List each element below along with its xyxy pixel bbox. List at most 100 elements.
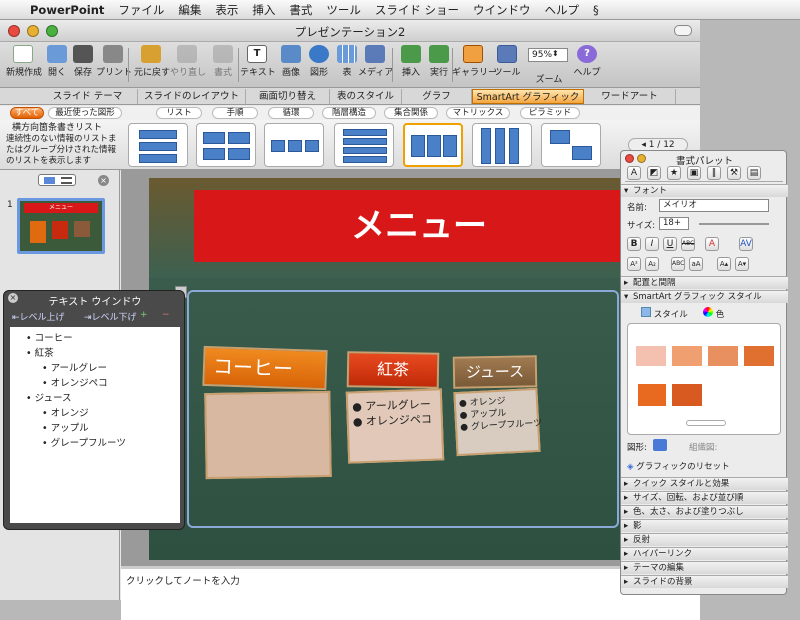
- category-recent[interactable]: 最近使った図形: [48, 107, 122, 119]
- scrapbook-icon[interactable]: ▣: [687, 166, 701, 180]
- menu-window[interactable]: ウインドウ: [473, 2, 531, 18]
- superscript-button[interactable]: A²: [627, 257, 641, 271]
- style-gallery[interactable]: [627, 323, 781, 435]
- tab-charts[interactable]: グラフ: [402, 89, 472, 104]
- tab-smartart[interactable]: SmartArt グラフィック: [472, 89, 584, 104]
- section-shadow[interactable]: 影: [621, 519, 788, 532]
- close-pane-icon[interactable]: ×: [98, 175, 109, 186]
- bullet-item[interactable]: • オレンジペコ: [10, 376, 180, 391]
- font-size-slider[interactable]: [699, 223, 769, 225]
- menu-help[interactable]: ヘルプ: [545, 2, 580, 18]
- bullet-item[interactable]: • アップル: [10, 421, 180, 436]
- style-thumb[interactable]: [672, 384, 702, 406]
- underline-button[interactable]: U: [663, 237, 677, 251]
- section-theme-edit[interactable]: テーマの編集: [621, 561, 788, 574]
- section-colors-weights[interactable]: 色、太さ、および塗りつぶし: [621, 505, 788, 518]
- save-button[interactable]: 保存: [66, 44, 100, 86]
- category-process[interactable]: 手順: [212, 107, 258, 119]
- text-button[interactable]: T テキスト: [240, 44, 276, 86]
- italic-button[interactable]: I: [645, 237, 659, 251]
- format-painter-button[interactable]: 書式: [206, 44, 240, 86]
- remove-bullet-icon[interactable]: −: [162, 310, 170, 320]
- gallery-thumb[interactable]: [128, 123, 188, 167]
- card-header-juice[interactable]: ジュース: [452, 355, 538, 389]
- undo-button[interactable]: 元に戻す: [134, 44, 170, 86]
- subscript-button[interactable]: A₂: [645, 257, 659, 271]
- section-alignment[interactable]: 配置と間隔: [621, 276, 788, 289]
- tab-wordart[interactable]: ワードアート: [584, 89, 676, 104]
- redo-button[interactable]: やり直し: [170, 44, 206, 86]
- tab-slide-layouts[interactable]: スライドのレイアウト: [138, 89, 246, 104]
- print-button[interactable]: プリント: [96, 44, 132, 86]
- color-tab[interactable]: 色: [703, 307, 724, 320]
- bold-button[interactable]: B: [627, 237, 641, 251]
- tab-transitions[interactable]: 画面切り替え: [246, 89, 330, 104]
- font-size-field[interactable]: 18+: [659, 217, 689, 230]
- bullet-item[interactable]: • アールグレー: [10, 361, 180, 376]
- bullet-item[interactable]: • コーヒー: [10, 331, 180, 346]
- help-button[interactable]: ? ヘルプ: [570, 44, 604, 86]
- category-pyramid[interactable]: ピラミッド: [520, 107, 580, 119]
- strikethrough-button[interactable]: ABC: [681, 237, 695, 251]
- text-window-body[interactable]: • コーヒー • 紅茶 • アールグレー • オレンジペコ • ジュース • オ…: [10, 327, 180, 523]
- card-body-juice[interactable]: ● オレンジ ● アップル ● グレープフルーツ: [453, 387, 542, 457]
- reset-graphic-button[interactable]: ◈ グラフィックのリセット: [627, 460, 730, 472]
- card-body-coffee[interactable]: [204, 390, 332, 480]
- star-icon[interactable]: ★: [667, 166, 681, 180]
- menu-view[interactable]: 表示: [215, 2, 238, 18]
- category-relationship[interactable]: 集合関係: [384, 107, 438, 119]
- change-shape-icon[interactable]: [653, 439, 667, 451]
- menu-tools[interactable]: ツール: [326, 2, 361, 18]
- gallery-thumb[interactable]: [472, 123, 532, 167]
- style-thumb[interactable]: [708, 346, 738, 366]
- script-icon[interactable]: §: [593, 3, 599, 17]
- style-tab[interactable]: スタイル: [641, 307, 688, 320]
- section-reflection[interactable]: 反射: [621, 533, 788, 546]
- slide-canvas[interactable]: メニュー コーヒー 紅茶 ● アールグレー ● オレンジペコ ジュース ● オレ…: [149, 178, 669, 560]
- bullet-item[interactable]: • ジュース: [10, 391, 180, 406]
- slides-view-icon[interactable]: [44, 177, 55, 184]
- menu-edit[interactable]: 編集: [178, 2, 201, 18]
- font-name-field[interactable]: メイリオ: [659, 199, 769, 212]
- view-toggle[interactable]: [38, 174, 76, 186]
- category-list[interactable]: リスト: [156, 107, 202, 119]
- grow-font-button[interactable]: A▴: [717, 257, 731, 271]
- bullet-item[interactable]: • オレンジ: [10, 406, 180, 421]
- shrink-font-button[interactable]: A▾: [735, 257, 749, 271]
- notes-placeholder[interactable]: クリックしてノートを入力: [126, 573, 240, 587]
- menu-file[interactable]: ファイル: [118, 2, 164, 18]
- tools-button[interactable]: ツール: [490, 44, 524, 86]
- category-hierarchy[interactable]: 階層構造: [322, 107, 376, 119]
- objects-tab-icon[interactable]: ◩: [647, 166, 661, 180]
- zoom-field[interactable]: 95%: [528, 48, 568, 62]
- char-spacing-button[interactable]: AV: [739, 237, 753, 251]
- gallery-thumb[interactable]: [196, 123, 256, 167]
- gallery-thumb[interactable]: [541, 123, 601, 167]
- level-down-button[interactable]: ⇥レベル下げ: [84, 310, 137, 323]
- style-thumb[interactable]: [672, 346, 702, 366]
- run-slideshow-button[interactable]: 実行: [422, 44, 456, 86]
- new-button[interactable]: 新規作成: [6, 44, 42, 86]
- bullet-item[interactable]: • 紅茶: [10, 346, 180, 361]
- small-caps-button[interactable]: ABC: [671, 257, 685, 271]
- notes-splitter[interactable]: [121, 566, 700, 569]
- add-bullet-icon[interactable]: +: [140, 310, 148, 320]
- notes-pane[interactable]: クリックしてノートを入力: [121, 565, 700, 620]
- tab-slide-themes[interactable]: スライド テーマ: [38, 89, 138, 104]
- gallery-thumb[interactable]: [334, 123, 394, 167]
- reference-icon[interactable]: ‖: [707, 166, 721, 180]
- style-thumb[interactable]: [744, 346, 774, 366]
- section-slide-background[interactable]: スライドの背景: [621, 575, 788, 588]
- card-header-coffee[interactable]: コーヒー: [202, 345, 328, 391]
- briefcase-icon[interactable]: ▤: [747, 166, 761, 180]
- style-thumb[interactable]: [638, 384, 666, 406]
- font-color-button[interactable]: A: [705, 237, 719, 251]
- slide-title[interactable]: メニュー: [194, 190, 644, 262]
- outline-view-icon[interactable]: [61, 177, 72, 184]
- smartart-frame[interactable]: コーヒー 紅茶 ● アールグレー ● オレンジペコ ジュース ● オレンジ ● …: [187, 290, 619, 528]
- app-name[interactable]: PowerPoint: [30, 3, 104, 17]
- section-font[interactable]: フォント: [621, 184, 788, 197]
- wrench-icon[interactable]: ⚒: [727, 166, 741, 180]
- tab-table-styles[interactable]: 表のスタイル: [330, 89, 402, 104]
- section-hyperlink[interactable]: ハイパーリンク: [621, 547, 788, 560]
